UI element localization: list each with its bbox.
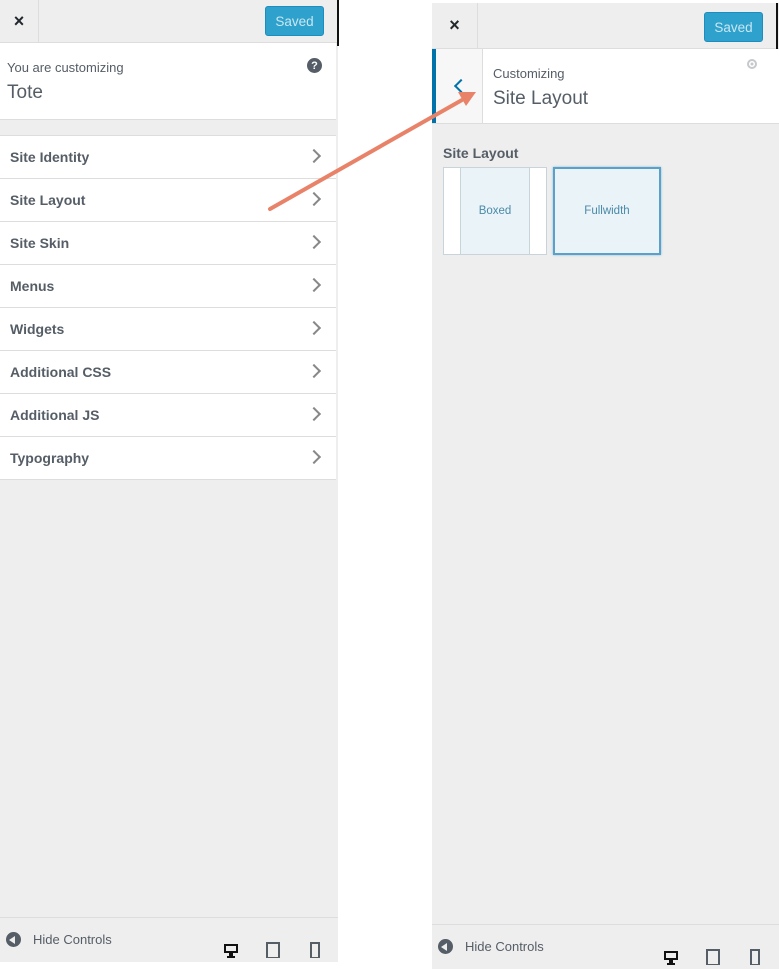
hide-controls-label: Hide Controls — [465, 939, 544, 954]
section-list: Site Identity Site Layout Site Skin Menu… — [0, 135, 336, 480]
panel-edge — [337, 0, 339, 46]
layout-option-boxed[interactable]: Boxed — [443, 167, 547, 255]
mobile-icon[interactable] — [308, 942, 322, 958]
saved-button[interactable]: Saved — [704, 12, 763, 42]
hide-controls-button[interactable]: Hide Controls — [6, 932, 112, 947]
hide-controls-button[interactable]: Hide Controls — [438, 939, 544, 954]
section-label: Menus — [10, 278, 55, 294]
section-item-additional-css[interactable]: Additional CSS — [0, 351, 336, 394]
collapse-icon — [438, 939, 453, 954]
chevron-right-icon — [306, 320, 322, 336]
collapse-icon — [6, 932, 21, 947]
section-item-widgets[interactable]: Widgets — [0, 308, 336, 351]
customizer-footer: Hide Controls — [432, 924, 779, 969]
chevron-right-icon — [306, 234, 322, 250]
desktop-icon[interactable] — [664, 949, 678, 965]
section-label: Additional CSS — [10, 364, 112, 380]
chevron-right-icon — [306, 148, 322, 164]
section-item-typography[interactable]: Typography — [0, 437, 336, 480]
customizer-header: × Saved — [432, 3, 779, 49]
section-header: Customizing Site Layout — [432, 49, 779, 124]
theme-name: Tote — [7, 82, 43, 103]
gear-icon[interactable] — [745, 57, 759, 71]
section-title: Site Layout — [493, 88, 589, 109]
customizer-info: You are customizing Tote ? — [0, 43, 336, 120]
section-label: Additional JS — [10, 407, 100, 423]
section-label: Typography — [10, 450, 90, 466]
chevron-right-icon — [306, 449, 322, 465]
customizer-header: × Saved — [0, 0, 338, 43]
section-item-menus[interactable]: Menus — [0, 265, 336, 308]
help-icon[interactable]: ? — [307, 58, 322, 73]
section-label: Widgets — [10, 321, 65, 337]
section-item-additional-js[interactable]: Additional JS — [0, 394, 336, 437]
mobile-icon[interactable] — [748, 949, 762, 965]
customizer-panel-main: × Saved You are customizing Tote ? Site … — [0, 0, 338, 962]
section-item-site-layout[interactable]: Site Layout — [0, 179, 336, 222]
info-label: You are customizing — [7, 60, 124, 75]
saved-button[interactable]: Saved — [265, 6, 324, 36]
desktop-icon[interactable] — [224, 942, 238, 958]
control-title: Site Layout — [443, 145, 519, 161]
hide-controls-label: Hide Controls — [33, 932, 112, 947]
tablet-icon[interactable] — [266, 942, 280, 958]
customizer-footer: Hide Controls — [0, 917, 338, 962]
chevron-right-icon — [306, 406, 322, 422]
tablet-icon[interactable] — [706, 949, 720, 965]
layout-option-fullwidth[interactable]: Fullwidth — [553, 167, 661, 255]
layout-option-label: Fullwidth — [584, 205, 630, 217]
layout-option-label: Boxed — [478, 205, 512, 217]
boxed-margin-right — [529, 167, 547, 255]
section-label: Site Identity — [10, 149, 90, 165]
customizer-panel-site-layout: × Saved Customizing Site Layout Site Lay… — [432, 3, 779, 969]
panel-edge — [776, 3, 778, 49]
back-button[interactable] — [432, 49, 483, 123]
chevron-right-icon — [306, 277, 322, 293]
section-label: Site Skin — [10, 235, 70, 251]
section-item-site-skin[interactable]: Site Skin — [0, 222, 336, 265]
section-header-label: Customizing — [493, 66, 565, 81]
chevron-left-icon — [453, 78, 469, 94]
chevron-right-icon — [306, 191, 322, 207]
close-icon[interactable]: × — [432, 3, 478, 48]
section-label: Site Layout — [10, 192, 86, 208]
section-item-site-identity[interactable]: Site Identity — [0, 136, 336, 179]
boxed-margin-left — [443, 167, 461, 255]
close-icon[interactable]: × — [0, 0, 39, 42]
chevron-right-icon — [306, 363, 322, 379]
